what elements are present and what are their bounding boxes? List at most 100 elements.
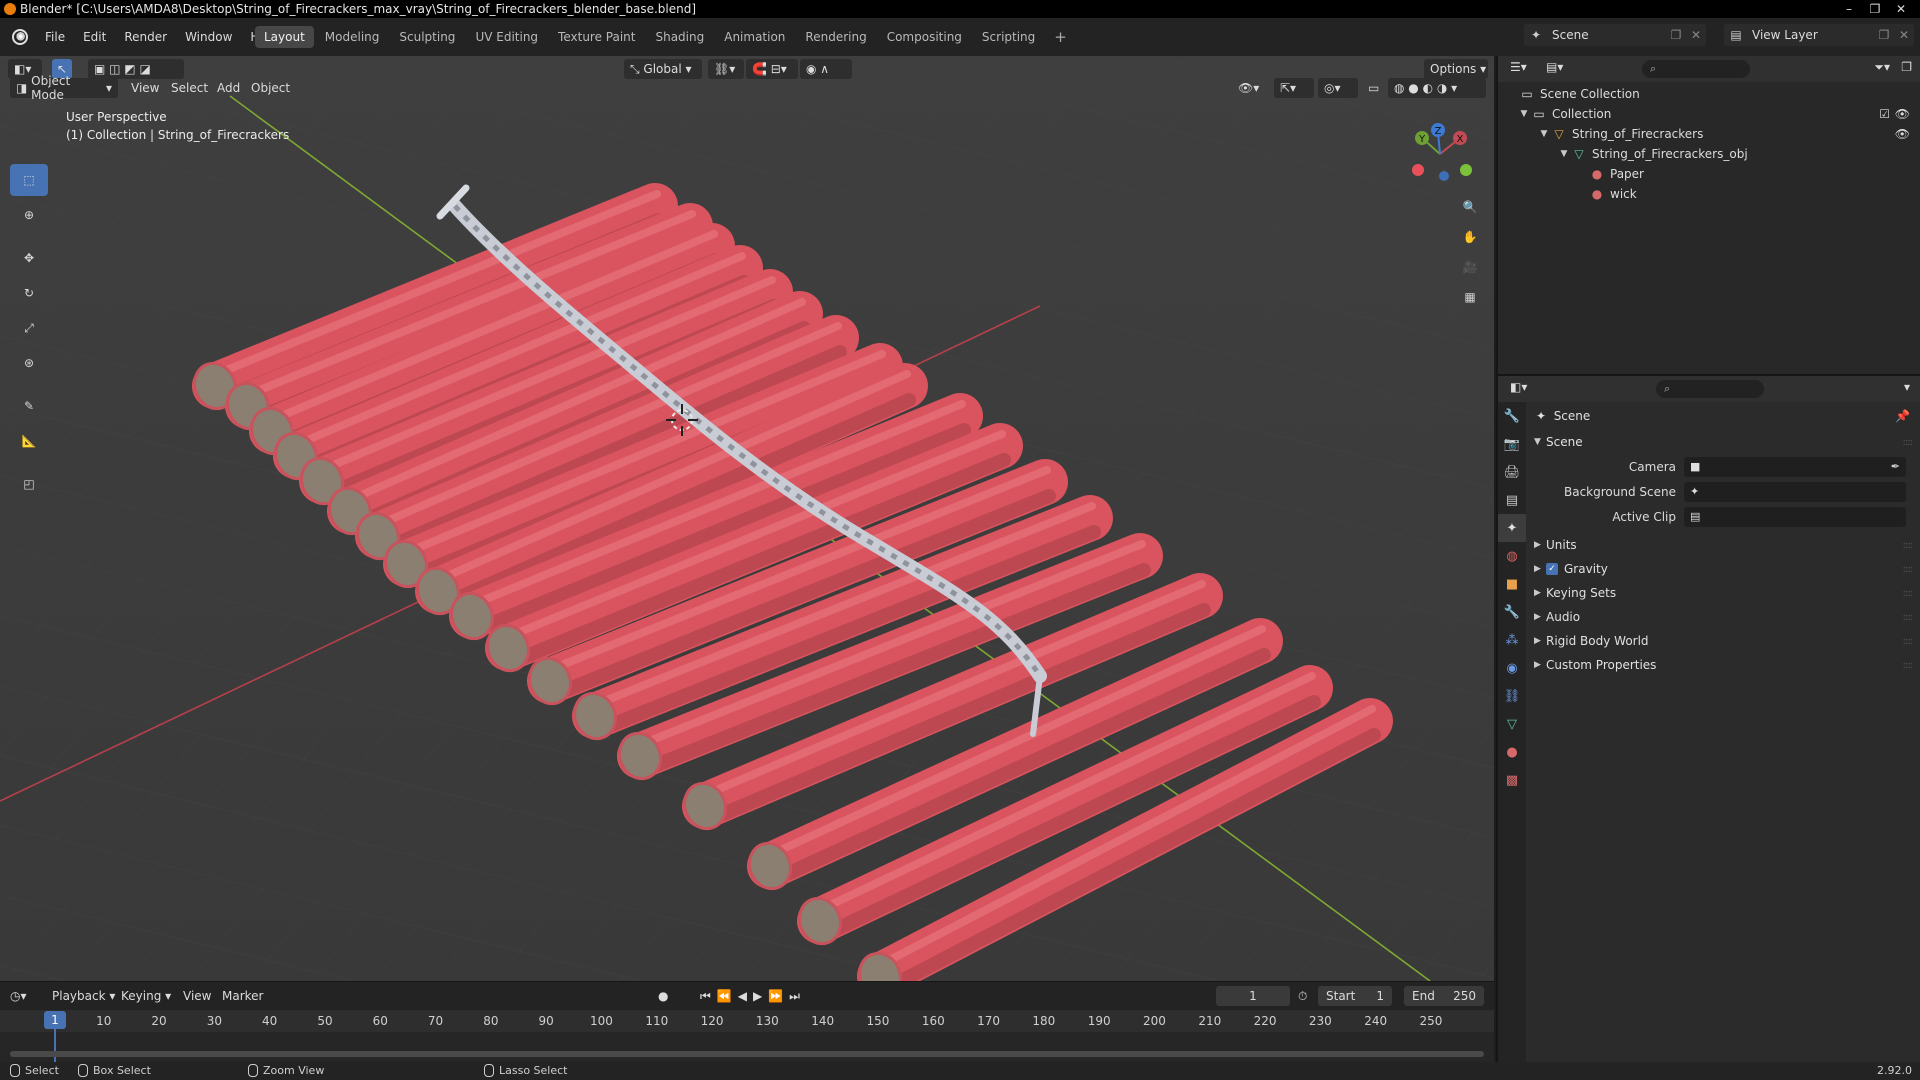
outliner-row-scene-collection[interactable]: ▭ Scene Collection	[1498, 84, 1920, 104]
menu-render[interactable]: Render	[115, 30, 176, 44]
timeline-menu-keying[interactable]: Keying ▾	[121, 987, 171, 1005]
panel-keying-sets-header[interactable]: ▶ Keying Sets ::::	[1526, 581, 1920, 605]
close-button[interactable]: ✕	[1888, 0, 1914, 18]
exclude-checkbox-icon[interactable]: ☑	[1879, 107, 1890, 121]
gizmo-neg-x[interactable]	[1412, 164, 1424, 176]
material-tab-icon[interactable]: ●	[1498, 738, 1526, 766]
drag-grip-icon[interactable]: ::::	[1903, 588, 1914, 599]
timeline-editor[interactable]: ◷▾ Playback ▾ Keying ▾ View Marker ● ⏮⏪◀…	[0, 981, 1494, 1065]
end-frame-field[interactable]: End 250	[1404, 986, 1484, 1006]
start-frame-field[interactable]: Start 1	[1318, 986, 1392, 1006]
perspective-toggle-icon[interactable]: ▦	[1454, 282, 1486, 312]
measure-tool-icon[interactable]: 📐	[10, 425, 48, 457]
frame-ruler[interactable]: 1102030405060708090100110120130140150160…	[0, 1010, 1494, 1032]
timeline-editor-type-icon[interactable]: ◷▾	[10, 987, 27, 1005]
outliner-editor-type-icon[interactable]: ☰▾	[1510, 60, 1527, 74]
drag-grip-icon[interactable]: ::::	[1903, 564, 1914, 575]
delete-scene-icon[interactable]: ✕	[1686, 28, 1706, 42]
drag-grip-icon[interactable]: ::::	[1903, 540, 1914, 551]
xray-toggle-icon[interactable]: ▭	[1368, 78, 1379, 98]
tab-texture-paint[interactable]: Texture Paint	[549, 26, 644, 48]
playhead[interactable]: 1	[44, 1011, 66, 1029]
tab-animation[interactable]: Animation	[715, 26, 794, 48]
tab-scripting[interactable]: Scripting	[973, 26, 1044, 48]
maximize-button[interactable]: ❐	[1862, 0, 1888, 18]
move-tool-icon[interactable]: ✥	[10, 242, 48, 274]
visibility-eye-icon[interactable]: 👁	[1895, 127, 1910, 141]
tab-modeling[interactable]: Modeling	[316, 26, 389, 48]
playback-controls[interactable]: ⏮⏪◀▶⏩⏭	[700, 987, 806, 1005]
properties-editor-type-icon[interactable]: ◧▾	[1510, 380, 1527, 394]
physics-tab-icon[interactable]: ◉	[1498, 654, 1526, 682]
properties-search-input[interactable]: ⌕	[1656, 380, 1764, 398]
outliner-row-mesh-data[interactable]: ▼ ▽ String_of_Firecrackers_obj	[1498, 144, 1920, 164]
select-box-tool-icon[interactable]: ⬚	[10, 164, 48, 196]
output-tab-icon[interactable]: 🖨	[1498, 458, 1526, 486]
viewport-menu-select[interactable]: Select	[171, 78, 208, 98]
new-scene-icon[interactable]: ❐	[1666, 28, 1686, 42]
texture-tab-icon[interactable]: ▩	[1498, 766, 1526, 794]
drag-grip-icon[interactable]: ::::	[1903, 636, 1914, 647]
camera-view-icon[interactable]: 🎥	[1454, 252, 1486, 282]
menu-file[interactable]: File	[36, 30, 74, 44]
minimize-button[interactable]: –	[1836, 0, 1862, 18]
active-clip-field[interactable]: ▤	[1684, 506, 1906, 527]
blender-menu-icon[interactable]	[12, 29, 28, 45]
eyedropper-icon[interactable]: ✒	[1891, 460, 1900, 473]
scene-selector[interactable]: ✦ Scene ❐ ✕	[1524, 24, 1706, 46]
visibility-eye-icon[interactable]: 👁	[1895, 107, 1910, 121]
annotate-tool-icon[interactable]: ✎	[10, 390, 48, 422]
viewport-menu-add[interactable]: Add	[217, 78, 240, 98]
gravity-checkbox[interactable]: ✓	[1546, 563, 1558, 575]
modifier-tab-icon[interactable]: 🔧	[1498, 598, 1526, 626]
navigation-gizmo[interactable]: X Y Z	[1400, 114, 1480, 194]
overlay-toggle-icon[interactable]: ◎▾	[1318, 78, 1358, 98]
panel-gravity-header[interactable]: ▶ ✓ Gravity ::::	[1526, 557, 1920, 581]
render-tab-icon[interactable]: 📷	[1498, 430, 1526, 458]
outliner-search-input[interactable]: ⌕	[1642, 60, 1750, 78]
drag-grip-icon[interactable]: ::::	[1903, 612, 1914, 623]
world-tab-icon[interactable]: ◍	[1498, 542, 1526, 570]
drag-grip-icon[interactable]: ::::	[1903, 660, 1914, 671]
outliner-row-string-of-firecrackers[interactable]: ▼ ▽ String_of_Firecrackers 👁	[1498, 124, 1920, 144]
chevron-down-icon[interactable]: ▾	[1904, 380, 1910, 394]
mode-dropdown[interactable]: ◨ Object Mode ▾	[10, 74, 118, 102]
panel-units-header[interactable]: ▶ Units ::::	[1526, 533, 1920, 557]
view-layer-selector[interactable]: ▤ View Layer ❐ ✕	[1724, 24, 1914, 46]
expand-arrow-icon[interactable]: ▼	[1538, 129, 1550, 139]
delete-view-layer-icon[interactable]: ✕	[1894, 28, 1914, 42]
data-tab-icon[interactable]: ▽	[1498, 710, 1526, 738]
view-layer-name[interactable]: View Layer	[1748, 28, 1874, 42]
viewport-menu-view[interactable]: View	[131, 78, 159, 98]
tab-layout[interactable]: Layout	[255, 26, 314, 48]
add-workspace-button[interactable]: +	[1046, 28, 1075, 46]
timeline-menu-view[interactable]: View	[183, 987, 211, 1005]
drag-grip-icon[interactable]: ::::	[1903, 437, 1914, 448]
object-tab-icon[interactable]: ■	[1498, 570, 1526, 598]
filter-icon[interactable]: ⏷▾	[1874, 60, 1890, 75]
timeline-menu-marker[interactable]: Marker	[222, 987, 263, 1005]
menu-window[interactable]: Window	[176, 30, 241, 44]
scale-tool-icon[interactable]: ⤢	[10, 312, 48, 344]
add-cube-tool-icon[interactable]: ◰	[10, 468, 48, 500]
tab-shading[interactable]: Shading	[646, 26, 713, 48]
tab-compositing[interactable]: Compositing	[878, 26, 971, 48]
rotate-tool-icon[interactable]: ↻	[10, 277, 48, 309]
expand-arrow-icon[interactable]: ▼	[1558, 149, 1570, 159]
viewport-menu-object[interactable]: Object	[251, 78, 290, 98]
particles-tab-icon[interactable]: ⁂	[1498, 626, 1526, 654]
outliner-row-material-paper[interactable]: ● Paper	[1498, 164, 1920, 184]
scene-tab-icon[interactable]: ✦	[1498, 514, 1526, 542]
tab-sculpting[interactable]: Sculpting	[390, 26, 464, 48]
background-scene-field[interactable]: ✦	[1684, 481, 1906, 502]
new-view-layer-icon[interactable]: ❐	[1874, 28, 1894, 42]
expand-arrow-icon[interactable]: ▼	[1518, 109, 1530, 119]
record-keyframe-icon[interactable]: ●	[658, 987, 668, 1005]
display-mode-icon[interactable]: ▤▾	[1546, 60, 1563, 74]
panel-audio-header[interactable]: ▶ Audio ::::	[1526, 605, 1920, 629]
tab-uv-editing[interactable]: UV Editing	[466, 26, 547, 48]
gizmo-toggle-icon[interactable]: ⇱▾	[1274, 78, 1314, 98]
zoom-icon[interactable]: 🔍	[1454, 192, 1486, 222]
outliner-row-material-wick[interactable]: ● wick	[1498, 184, 1920, 204]
visibility-dropdown-icon[interactable]: 👁▾	[1238, 78, 1259, 98]
